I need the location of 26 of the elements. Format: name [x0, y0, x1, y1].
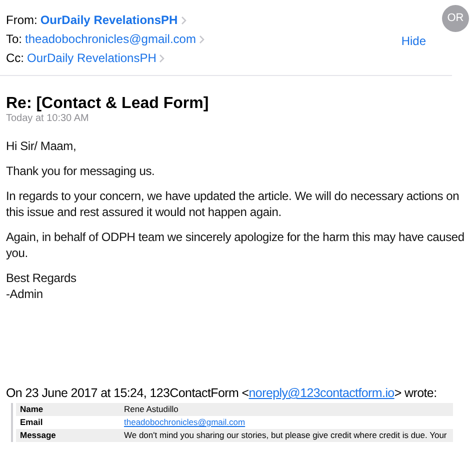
chevron-icon: [159, 54, 166, 63]
recipient-link[interactable]: OurDaily RevelationsPH: [27, 50, 156, 67]
recipient-link[interactable]: theadobochronicles@gmail.com: [25, 31, 196, 48]
body-paragraph: In regards to your concern, we have updated the article. We will do necessary actions on this issue and rest assured it would not happen again.: [6, 188, 460, 220]
table-cell-text: Message: [19, 430, 57, 441]
table-cell-text: Email: [19, 417, 44, 428]
body-paragraph: Best Regards -Admin: [6, 270, 78, 302]
hide-link[interactable]: Hide: [401, 32, 426, 50]
chevron-icon: [180, 16, 187, 25]
date-text: Today at 10:30 AM: [5, 113, 90, 125]
sender-link[interactable]: OurDaily RevelationsPH: [40, 12, 178, 29]
header-label: To:: [6, 31, 22, 48]
quote-intro: On 23 June 2017 at 15:24, 123ContactForm <noreply@123contactform.io> wrote:: [5, 386, 438, 401]
body-paragraph: Hi Sir/ Maam,: [6, 138, 78, 154]
avatar: OR: [442, 5, 469, 32]
header-label: From:: [6, 12, 38, 29]
table-cell-text: Name: [19, 404, 44, 415]
body-paragraph: Again, in behalf of ODPH team we sincerely apologize for the harm this may have caused you.: [6, 229, 466, 261]
chevron-icon: [198, 35, 205, 44]
table-cell: Rene Astudillo: [124, 404, 178, 415]
table-cell: We don't mind you sharing our stories, but please give credit where credit is due. Your: [124, 430, 447, 441]
body-paragraph: Thank you for messaging us.: [6, 163, 156, 179]
subject-title: Re: [Contact & Lead Form]: [5, 94, 210, 113]
header-label: Cc:: [6, 50, 24, 67]
email-link[interactable]: theadobochronicles@gmail.com: [124, 417, 246, 428]
email-link[interactable]: noreply@123contactform.io: [248, 386, 394, 400]
